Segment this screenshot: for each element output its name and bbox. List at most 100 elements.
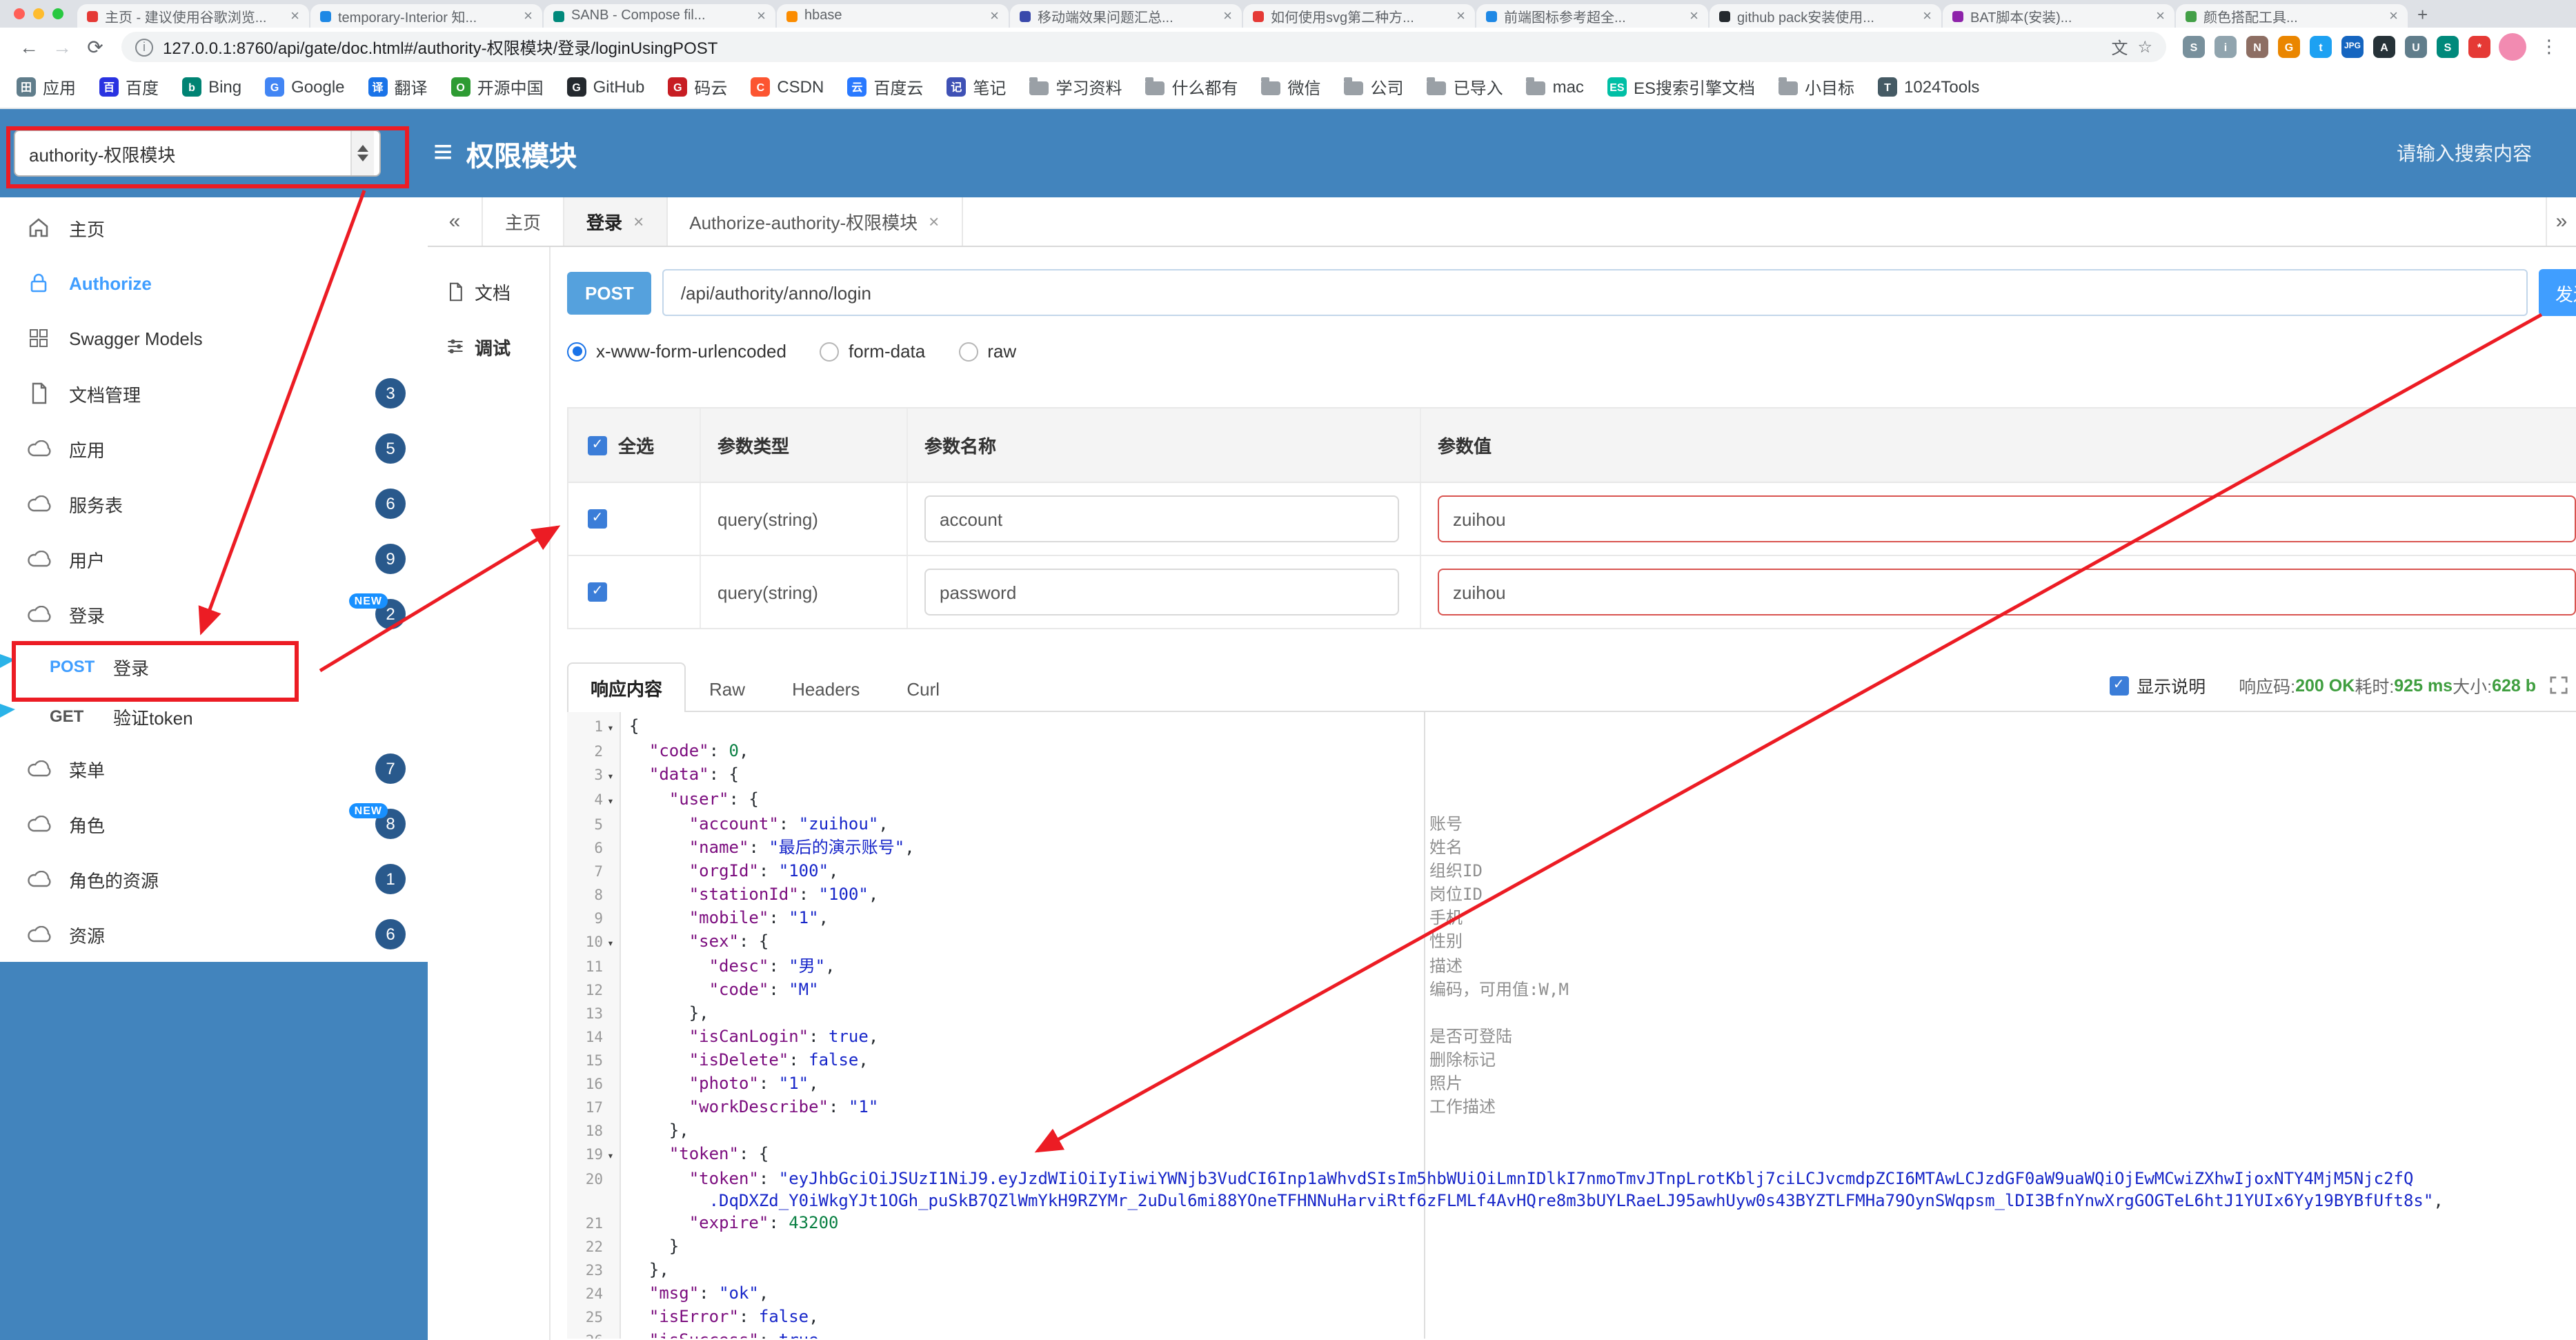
bookmark-item[interactable]: 译翻译: [368, 75, 428, 99]
back-icon[interactable]: ←: [14, 36, 44, 58]
sidebar-item-doc-manage[interactable]: 文档管理 3: [0, 366, 428, 421]
bookmark-item[interactable]: 公司: [1344, 75, 1404, 99]
bookmark-item[interactable]: 云百度云: [847, 75, 923, 99]
collapse-tabs-icon[interactable]: «: [428, 197, 483, 246]
fold-icon[interactable]: ▾: [603, 715, 618, 740]
browser-tab[interactable]: 移动端效果问题汇总... ×: [1010, 4, 1242, 28]
browser-tab[interactable]: hbase ×: [777, 4, 1009, 28]
bookmark-item[interactable]: b Bing: [182, 77, 241, 97]
bookmark-item[interactable]: 学习资料: [1029, 75, 1122, 99]
sites-icon[interactable]: S: [2437, 36, 2459, 58]
fullscreen-icon[interactable]: [2550, 676, 2568, 694]
translate-icon[interactable]: 文: [2111, 35, 2128, 59]
bookmark-item[interactable]: 百百度: [99, 75, 159, 99]
tab-headers[interactable]: Headers: [769, 667, 883, 711]
browser-tab[interactable]: temporary-Interior 知... ×: [310, 4, 542, 28]
fold-icon[interactable]: ▾: [603, 763, 618, 788]
tab-close-icon[interactable]: ×: [524, 8, 533, 24]
tab-authorize-module[interactable]: Authorize-authority-权限模块 ×: [667, 197, 963, 246]
row-checkbox[interactable]: ✓: [588, 582, 607, 602]
expand-tabs-icon[interactable]: »: [2546, 197, 2576, 246]
fold-icon[interactable]: ▾: [603, 788, 618, 813]
bookmark-item[interactable]: O 开源中国: [450, 75, 544, 99]
window-minimize-icon[interactable]: [33, 8, 44, 19]
browser-tab[interactable]: BAT脚本(安装)... ×: [1943, 4, 2174, 28]
content-type-urlencoded[interactable]: x-www-form-urlencoded: [567, 341, 786, 362]
window-close-icon[interactable]: [14, 8, 25, 19]
screenshot-icon[interactable]: S: [2183, 36, 2205, 58]
sidebar-item-get-checktoken[interactable]: GET 验证token: [0, 691, 428, 741]
select-all-checkbox[interactable]: ✓: [588, 435, 607, 455]
sidebar-item-resource[interactable]: 资源 6: [0, 907, 428, 962]
fold-icon[interactable]: ▾: [603, 930, 618, 955]
profile-avatar[interactable]: [2499, 33, 2526, 61]
fold-icon[interactable]: ▾: [603, 1143, 618, 1167]
tab-close-icon[interactable]: ×: [1923, 8, 1932, 24]
content-type-raw[interactable]: raw: [958, 341, 1016, 362]
google-icon[interactable]: G: [2278, 36, 2300, 58]
sidebar-item-swagger-models[interactable]: Swagger Models: [0, 311, 428, 366]
param-name-input[interactable]: account: [924, 495, 1399, 542]
row-checkbox[interactable]: ✓: [588, 509, 607, 529]
sidebar-item-role-resource[interactable]: 角色的资源 1: [0, 851, 428, 907]
shield-icon[interactable]: U: [2405, 36, 2427, 58]
tab-close-icon[interactable]: ×: [2389, 8, 2398, 24]
tab-close-icon[interactable]: ×: [1223, 8, 1232, 24]
notes-icon[interactable]: N: [2246, 36, 2268, 58]
doc-search-input[interactable]: 请输入搜索内容: [2397, 139, 2532, 167]
tab-document[interactable]: 文档: [428, 264, 549, 319]
show-description-toggle[interactable]: ✓ 显示说明: [2109, 672, 2206, 698]
tab-close-icon[interactable]: ×: [1456, 8, 1465, 24]
page-info-icon[interactable]: i: [135, 38, 153, 56]
address-bar[interactable]: i 127.0.0.1:8760/api/gate/doc.html#/auth…: [121, 32, 2166, 62]
tab-home[interactable]: 主页: [483, 197, 565, 246]
new-tab-icon[interactable]: +: [2417, 4, 2428, 25]
bookmark-star-icon[interactable]: ☆: [2137, 37, 2152, 57]
info-icon[interactable]: i: [2215, 36, 2237, 58]
sidebar-item-authorize[interactable]: Authorize: [0, 255, 428, 311]
sidebar-item-user[interactable]: 用户 9: [0, 531, 428, 587]
checkbox-icon[interactable]: ✓: [2109, 676, 2129, 695]
jpg-badge-icon[interactable]: JPG: [2341, 36, 2364, 58]
param-name-input[interactable]: password: [924, 569, 1399, 615]
param-value-input[interactable]: zuihou: [1438, 495, 2576, 542]
tab-response-content[interactable]: 响应内容: [567, 662, 686, 712]
refresh-icon[interactable]: ⟳: [80, 35, 110, 59]
tab-close-icon[interactable]: ×: [1690, 8, 1698, 24]
bookmark-item[interactable]: 什么都有: [1145, 75, 1238, 99]
browser-tab[interactable]: SANB - Compose fil... ×: [544, 4, 775, 28]
radio-icon[interactable]: [819, 342, 839, 361]
bookmark-item[interactable]: G 码云: [668, 75, 727, 99]
colorful-extension-icon[interactable]: *: [2468, 36, 2490, 58]
twitter-icon[interactable]: t: [2310, 36, 2332, 58]
bookmark-item[interactable]: C CSDN: [751, 77, 824, 97]
radio-icon[interactable]: [567, 342, 586, 361]
sidebar-item-login[interactable]: 登录 NEW 2: [0, 587, 428, 642]
send-button[interactable]: 发送: [2539, 269, 2576, 316]
browser-tab[interactable]: github pack安装使用... ×: [1710, 4, 1941, 28]
tab-close-icon[interactable]: ×: [990, 8, 999, 24]
sidebar-item-service[interactable]: 服务表 6: [0, 476, 428, 531]
sidebar-item-home[interactable]: 主页: [0, 200, 428, 255]
tab-close-icon[interactable]: ×: [2156, 8, 2165, 24]
adblock-icon[interactable]: A: [2373, 36, 2395, 58]
content-type-formdata[interactable]: form-data: [819, 341, 925, 362]
tab-raw[interactable]: Raw: [686, 667, 769, 711]
close-icon[interactable]: ×: [929, 211, 939, 232]
bookmark-item[interactable]: 小目标: [1778, 75, 1854, 99]
sidebar-item-app[interactable]: 应用 5: [0, 421, 428, 476]
request-path-input[interactable]: /api/authority/anno/login: [662, 269, 2528, 316]
bookmark-item[interactable]: G GitHub: [566, 77, 644, 97]
bookmark-item[interactable]: 已导入: [1427, 75, 1503, 99]
sidebar-item-menu[interactable]: 菜单 7: [0, 741, 428, 796]
browser-tab[interactable]: 如何使用svg第二种方... ×: [1243, 4, 1475, 28]
menu-toggle-icon[interactable]: ≡: [433, 136, 453, 170]
sidebar-item-role[interactable]: 角色 NEW 8: [0, 796, 428, 851]
param-value-input[interactable]: zuihou: [1438, 569, 2576, 615]
bookmark-item[interactable]: mac: [1526, 77, 1584, 97]
window-zoom-icon[interactable]: [52, 8, 63, 19]
tab-debug[interactable]: 调试: [428, 319, 549, 374]
sidebar-item-post-login[interactable]: POST 登录: [0, 642, 428, 691]
bookmark-item[interactable]: G Google: [265, 77, 345, 97]
bookmark-item[interactable]: ES ES搜索引擎文档: [1607, 75, 1755, 99]
